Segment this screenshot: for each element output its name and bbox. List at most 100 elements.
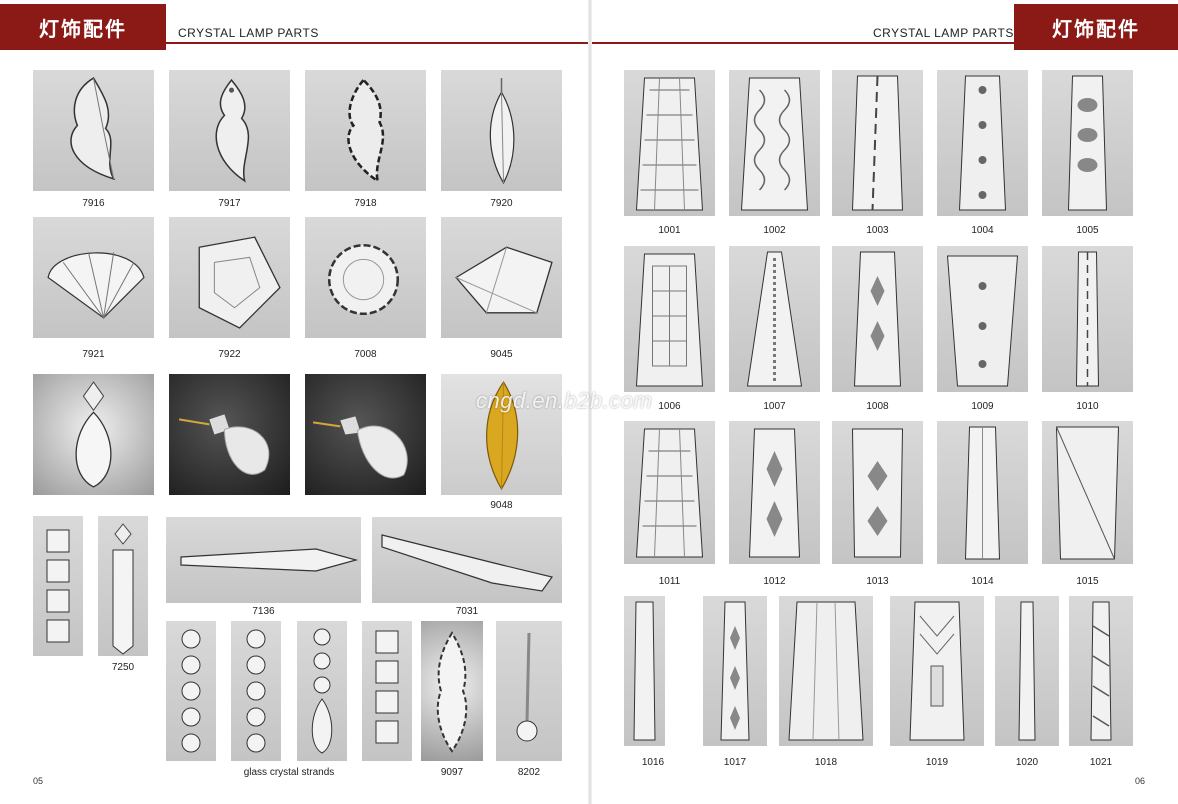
product-photo-1017 [703,596,767,746]
product-photo-strand-4 [362,621,412,761]
prism-1004-icon [958,75,1007,211]
strands-caption: glass crystal strands [243,767,335,778]
item-code-7136: 7136 [252,606,275,617]
item-code-1009: 1009 [971,401,994,412]
item-code-1014: 1014 [971,576,994,587]
item-code-7031: 7031 [455,606,479,617]
prism-1014-icon [964,426,1001,560]
prism-1003-icon [851,75,904,211]
item-code-7250: 7250 [111,662,135,673]
product-photo-7918 [305,70,426,191]
left-chinese-header: 灯饰配件 [0,4,166,50]
item-code-8202: 8202 [517,767,541,778]
product-photo-1010 [1042,246,1133,392]
page-number-left: 05 [33,776,44,786]
octagon-strand-icon [181,629,201,753]
prism-1016-icon [633,601,656,741]
item-code-9048: 9048 [490,500,513,511]
item-code-7917: 7917 [218,198,241,209]
prism-1015-icon [1055,426,1120,560]
product-photo-1009 [937,246,1028,392]
product-photo-1016 [624,596,665,746]
item-code-7922: 7922 [218,349,241,360]
item-code-9097: 9097 [440,767,464,778]
product-photo-dark-teardrop-1 [169,374,290,495]
prism-1005-icon [1067,75,1108,211]
item-code-1004: 1004 [971,225,994,236]
pear-on-black-icon [312,416,408,479]
scalloped-disc-7008-icon [327,243,400,316]
product-photo-1021 [1069,596,1133,746]
item-code-1003: 1003 [866,225,889,236]
product-photo-strand-2 [231,621,281,761]
item-code-1019: 1019 [925,757,949,768]
item-code-7916: 7916 [82,198,105,209]
fan-crystal-9045-icon [455,246,553,314]
item-code-1016: 1016 [641,757,665,768]
page-number-right: 06 [1135,776,1146,786]
item-code-7920: 7920 [490,198,513,209]
item-code-1021: 1021 [1089,757,1113,768]
prism-1006-icon [635,253,704,387]
product-photo-dark-teardrop-2 [305,374,426,495]
product-photo-7136 [166,517,361,603]
item-code-7918: 7918 [354,198,377,209]
watermark-text: cngd.en.b2b.com [476,388,653,413]
teardrop-on-black-icon [178,414,270,475]
product-photo-7031 [372,517,562,603]
product-photo-1006 [624,246,715,392]
product-photo-1002 [729,70,820,216]
prism-strand-icon [112,523,134,655]
product-photo-1014 [937,421,1028,564]
octagon-strand-icon [246,629,266,753]
product-photo-8202 [496,621,562,761]
prism-1009-icon [946,255,1019,387]
scalloped-drop-9097-icon [436,631,468,753]
prism-1001-icon [635,77,704,211]
faceted-crystal-7922-icon [198,236,281,329]
product-photo-1011 [624,421,715,564]
prism-1017-icon [720,601,750,741]
product-photo-1003 [832,70,923,216]
item-code-9045: 9045 [490,349,513,360]
catalog-spread: 灯饰配件 CRYSTAL LAMP PARTS CRYSTAL LAMP PAR… [0,0,1178,804]
right-chinese-title: 灯饰配件 [1052,16,1140,41]
product-photo-7921 [33,217,154,338]
product-photo-1018 [779,596,873,746]
prism-1007-icon [746,251,803,387]
product-photo-7250-b [98,516,148,656]
prism-1021-icon [1090,601,1112,741]
pendant-7917-icon [215,78,250,183]
item-code-1008: 1008 [866,401,889,412]
prism-1013-icon [851,428,904,558]
product-photo-1020 [995,596,1059,746]
item-code-1015: 1015 [1076,576,1099,587]
item-code-1005: 1005 [1076,225,1099,236]
item-code-7008: 7008 [354,349,377,360]
square-strand-icon [375,630,399,744]
product-photo-1001 [624,70,715,216]
icicle-7136-icon [180,548,359,572]
item-code-1013: 1013 [866,576,889,587]
left-page-title: CRYSTAL LAMP PARTS [178,26,319,40]
left-header-rule [166,42,588,44]
fan-shell-7921-icon [47,252,145,319]
pendant-7918-icon [347,78,385,184]
prism-1010-icon [1075,251,1100,387]
item-code-1007: 1007 [763,401,786,412]
prism-1020-icon [1018,601,1036,741]
product-photo-7920 [441,70,562,191]
teardrop-pendant-icon [75,381,112,488]
left-chinese-title: 灯饰配件 [39,16,127,41]
item-code-1001: 1001 [658,225,681,236]
product-photo-strand-3 [297,621,347,761]
product-photo-7916 [33,70,154,191]
product-photo-strand-1 [166,621,216,761]
item-code-1020: 1020 [1015,757,1039,768]
item-code-1010: 1010 [1076,401,1099,412]
product-photo-teardrop [33,374,154,495]
item-code-1017: 1017 [723,757,747,768]
pendant-7920-icon [489,78,515,185]
product-photo-1004 [937,70,1028,216]
item-code-1018: 1018 [814,757,838,768]
